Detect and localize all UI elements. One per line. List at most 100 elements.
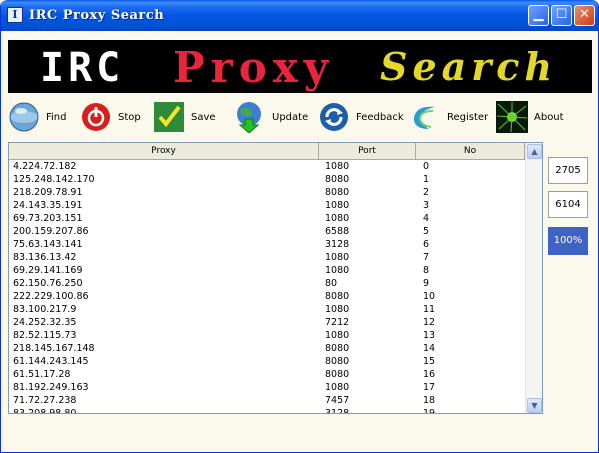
proxy-cell: 62.150.76.250 bbox=[13, 278, 83, 289]
swirl-icon bbox=[409, 101, 441, 133]
find-button[interactable]: Find bbox=[8, 99, 67, 135]
power-icon bbox=[80, 101, 112, 133]
network-icon bbox=[496, 101, 528, 133]
column-header-proxy[interactable]: Proxy bbox=[9, 143, 319, 159]
no-cell: 12 bbox=[423, 317, 436, 328]
port-cell: 1080 bbox=[325, 161, 350, 172]
banner-word-irc: IRC bbox=[40, 45, 124, 91]
no-cell: 14 bbox=[423, 343, 436, 354]
no-cell: 3 bbox=[423, 200, 430, 211]
port-cell: 8080 bbox=[325, 369, 350, 380]
no-cell: 11 bbox=[423, 304, 436, 315]
globe-download-icon bbox=[234, 101, 266, 134]
found-count: 2705 bbox=[548, 157, 588, 184]
table-row[interactable]: 218.209.78.91 8080 2 bbox=[9, 186, 525, 199]
proxy-cell: 24.252.32.35 bbox=[13, 317, 77, 328]
table-row[interactable]: 71.72.27.238 7457 18 bbox=[9, 394, 525, 407]
title-bar[interactable]: I IRC Proxy Search ▁ ☐ ✕ bbox=[1, 0, 598, 31]
column-header-port[interactable]: Port bbox=[319, 143, 416, 159]
toolbar: Find Stop Save Update Feedback Register … bbox=[8, 99, 592, 137]
proxy-cell: 83.100.217.9 bbox=[13, 304, 77, 315]
proxy-cell: 61.51.17.28 bbox=[13, 369, 71, 380]
proxy-cell: 71.72.27.238 bbox=[13, 395, 77, 406]
maximize-icon: ☐ bbox=[555, 7, 568, 22]
no-cell: 0 bbox=[423, 161, 430, 172]
close-button[interactable]: ✕ bbox=[574, 5, 595, 26]
table-row[interactable]: 75.63.143.141 3128 6 bbox=[9, 238, 525, 251]
table-row[interactable]: 4.224.72.182 1080 0 bbox=[9, 160, 525, 173]
proxy-cell: 200.159.207.86 bbox=[13, 226, 89, 237]
stop-button[interactable]: Stop bbox=[80, 99, 141, 135]
table-row[interactable]: 61.144.243.145 8080 15 bbox=[9, 355, 525, 368]
column-header-no[interactable]: No bbox=[416, 143, 525, 159]
table-row[interactable]: 200.159.207.86 6588 5 bbox=[9, 225, 525, 238]
port-cell: 1080 bbox=[325, 330, 350, 341]
table-row[interactable]: 83.136.13.42 1080 7 bbox=[9, 251, 525, 264]
scroll-down-button[interactable]: ▼ bbox=[527, 398, 542, 413]
table-row[interactable]: 81.192.249.163 1080 17 bbox=[9, 381, 525, 394]
progress-indicator: 100% bbox=[548, 227, 588, 255]
no-cell: 10 bbox=[423, 291, 436, 302]
proxy-cell: 75.63.143.141 bbox=[13, 239, 83, 250]
table-row[interactable]: 83.208.98.80 3128 19 bbox=[9, 407, 525, 414]
register-button[interactable]: Register bbox=[409, 99, 488, 135]
proxy-cell: 69.29.141.169 bbox=[13, 265, 83, 276]
save-button[interactable]: Save bbox=[153, 99, 216, 135]
list-rows: 4.224.72.182 1080 0 125.248.142.170 8080 1 218… bbox=[9, 160, 525, 414]
port-cell: 3128 bbox=[325, 408, 350, 414]
update-label: Update bbox=[272, 111, 309, 123]
port-cell: 80 bbox=[325, 278, 338, 289]
proxy-cell: 222.229.100.86 bbox=[13, 291, 89, 302]
table-row[interactable]: 62.150.76.250 80 9 bbox=[9, 277, 525, 290]
port-cell: 7457 bbox=[325, 395, 350, 406]
minimize-icon: ▁ bbox=[533, 7, 544, 22]
update-button[interactable]: Update bbox=[234, 99, 308, 135]
close-icon: ✕ bbox=[579, 7, 590, 22]
banner-logo: IRC Proxy Search bbox=[8, 40, 592, 93]
vertical-scrollbar[interactable]: ▲ ▼ bbox=[525, 143, 542, 413]
table-row[interactable]: 125.248.142.170 8080 1 bbox=[9, 173, 525, 186]
port-cell: 1080 bbox=[325, 200, 350, 211]
proxy-cell: 69.73.203.151 bbox=[13, 213, 83, 224]
table-row[interactable]: 82.52.115.73 1080 13 bbox=[9, 329, 525, 342]
no-cell: 2 bbox=[423, 187, 430, 198]
port-cell: 6588 bbox=[325, 226, 350, 237]
feedback-label: Feedback bbox=[356, 111, 404, 123]
table-row[interactable]: 61.51.17.28 8080 16 bbox=[9, 368, 525, 381]
chevron-down-icon: ▼ bbox=[531, 401, 538, 410]
no-cell: 5 bbox=[423, 226, 430, 237]
proxy-cell: 82.52.115.73 bbox=[13, 330, 77, 341]
table-row[interactable]: 69.73.203.151 1080 4 bbox=[9, 212, 525, 225]
app-window: I IRC Proxy Search ▁ ☐ ✕ IRC Proxy Searc… bbox=[0, 0, 599, 453]
globe-icon bbox=[8, 101, 40, 133]
register-label: Register bbox=[447, 111, 489, 123]
scroll-up-button[interactable]: ▲ bbox=[527, 144, 542, 159]
proxy-list[interactable]: Proxy Port No 4.224.72.182 1080 0 125.248.1… bbox=[8, 142, 543, 414]
port-cell: 1080 bbox=[325, 382, 350, 393]
refresh-icon bbox=[318, 101, 350, 133]
table-row[interactable]: 69.29.141.169 1080 8 bbox=[9, 264, 525, 277]
table-row[interactable]: 24.252.32.35 7212 12 bbox=[9, 316, 525, 329]
no-cell: 16 bbox=[423, 369, 436, 380]
feedback-button[interactable]: Feedback bbox=[318, 99, 404, 135]
banner-word-search: Search bbox=[380, 44, 557, 89]
no-cell: 6 bbox=[423, 239, 430, 250]
port-cell: 1080 bbox=[325, 252, 350, 263]
no-cell: 15 bbox=[423, 356, 436, 367]
port-cell: 3128 bbox=[325, 239, 350, 250]
minimize-button[interactable]: ▁ bbox=[528, 5, 549, 26]
table-row[interactable]: 222.229.100.86 8080 10 bbox=[9, 290, 525, 303]
stop-label: Stop bbox=[118, 111, 141, 123]
about-button[interactable]: About bbox=[496, 99, 564, 135]
port-cell: 1080 bbox=[325, 265, 350, 276]
table-row[interactable]: 218.145.167.148 8080 14 bbox=[9, 342, 525, 355]
port-cell: 8080 bbox=[325, 356, 350, 367]
proxy-cell: 24.143.35.191 bbox=[13, 200, 83, 211]
table-row[interactable]: 83.100.217.9 1080 11 bbox=[9, 303, 525, 316]
proxy-cell: 218.209.78.91 bbox=[13, 187, 83, 198]
no-cell: 17 bbox=[423, 382, 436, 393]
table-row[interactable]: 24.143.35.191 1080 3 bbox=[9, 199, 525, 212]
about-label: About bbox=[534, 111, 564, 123]
save-label: Save bbox=[191, 111, 216, 123]
maximize-button[interactable]: ☐ bbox=[551, 5, 572, 26]
